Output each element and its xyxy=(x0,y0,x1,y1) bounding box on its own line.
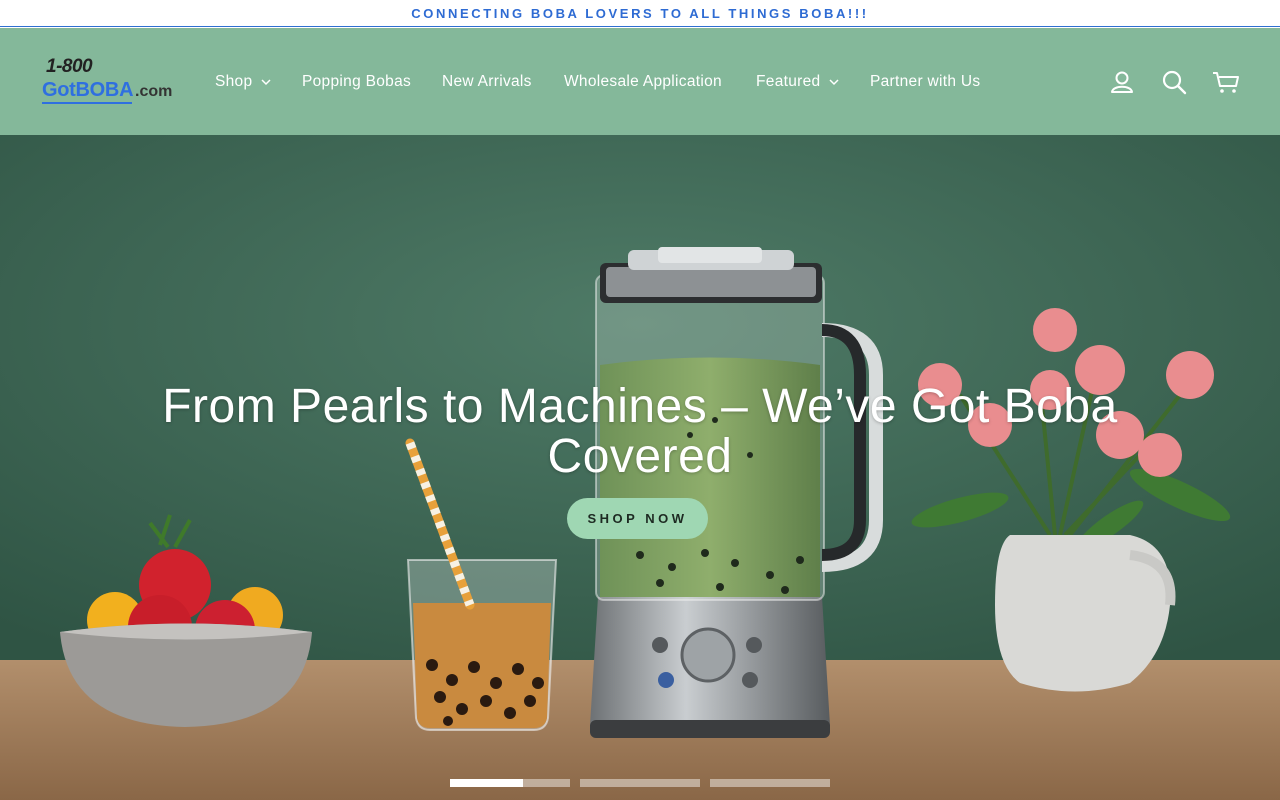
chevron-down-icon xyxy=(829,79,839,86)
nav-item-label: Popping Bobas xyxy=(302,73,412,90)
nav-item-label: Featured xyxy=(756,73,821,90)
hero-banner: From Pearls to Machines – We’ve Got Boba… xyxy=(0,135,1280,800)
slider-pagination xyxy=(0,779,1280,787)
slide-indicator-track xyxy=(523,779,570,787)
search-icon[interactable] xyxy=(1160,68,1188,96)
nav-item-label: Wholesale Application xyxy=(564,73,722,90)
announcement-bar: CONNECTING BOBA LOVERS TO ALL THINGS BOB… xyxy=(0,0,1280,27)
announcement-text: CONNECTING BOBA LOVERS TO ALL THINGS BOB… xyxy=(411,5,869,21)
nav-item-label: Shop xyxy=(215,73,253,90)
nav-item-featured[interactable]: Featured xyxy=(756,72,840,92)
nav-item-label: Partner with Us xyxy=(870,73,981,90)
nav-item-popping-bobas[interactable]: Popping Bobas xyxy=(302,72,411,92)
slide-indicator-active[interactable] xyxy=(450,779,523,787)
site-header: 1-800 GotBOBA .com Shop Popping Bobas Ne… xyxy=(0,28,1280,135)
account-icon[interactable] xyxy=(1108,68,1136,96)
slide-indicator[interactable] xyxy=(580,779,700,787)
slide-indicator[interactable] xyxy=(710,779,830,787)
nav-item-label: New Arrivals xyxy=(442,73,532,90)
nav-item-partner-with-us[interactable]: Partner with Us xyxy=(870,72,980,92)
main-nav: Shop Popping Bobas New Arrivals Wholesal… xyxy=(0,28,1280,135)
chevron-down-icon xyxy=(261,79,271,86)
nav-item-wholesale-application[interactable]: Wholesale Application xyxy=(564,72,722,92)
cart-icon[interactable] xyxy=(1212,68,1240,96)
hero-title: From Pearls to Machines – We’ve Got Boba… xyxy=(162,380,1118,483)
nav-item-shop[interactable]: Shop xyxy=(215,72,272,92)
shop-now-button[interactable]: SHOP NOW xyxy=(567,498,708,539)
nav-item-new-arrivals[interactable]: New Arrivals xyxy=(442,72,532,92)
